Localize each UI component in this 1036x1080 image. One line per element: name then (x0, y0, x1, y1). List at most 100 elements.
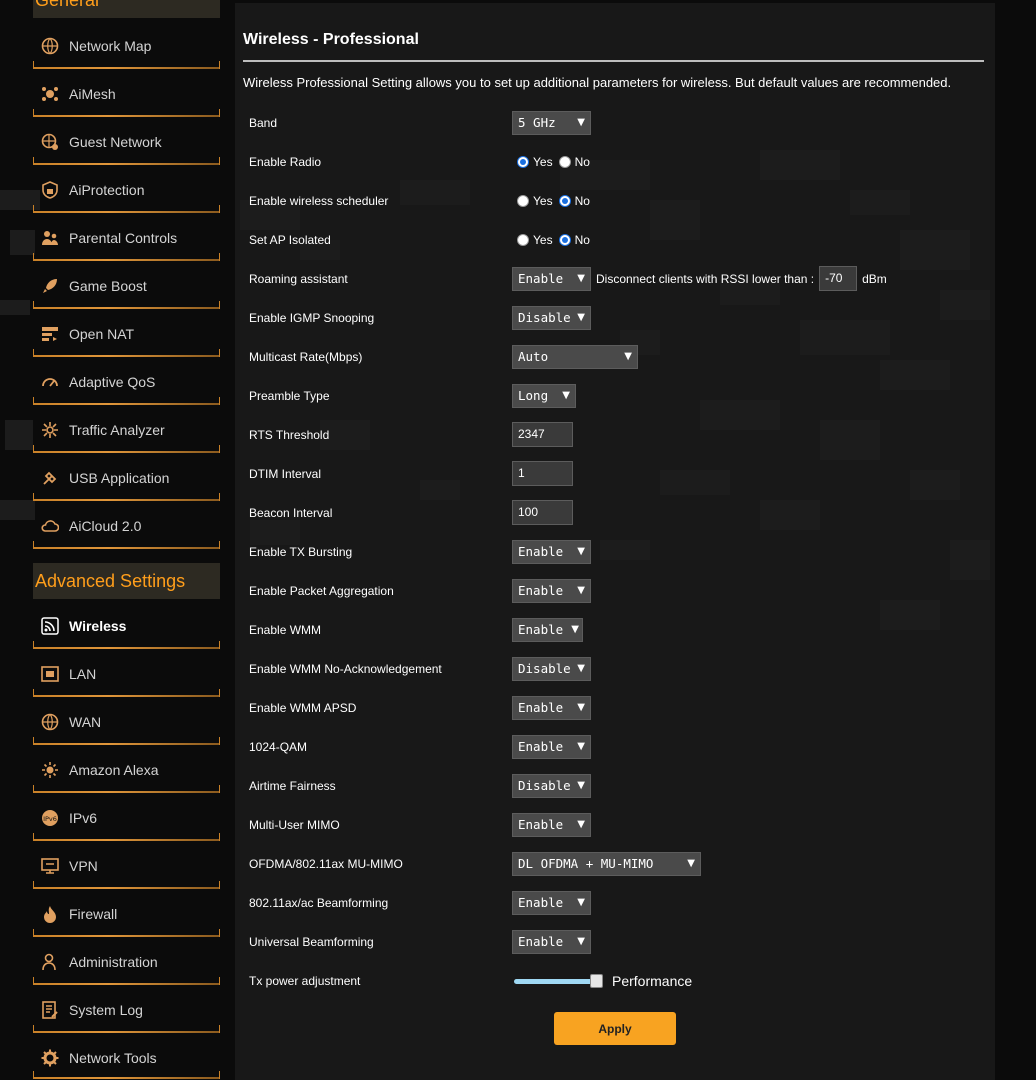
chevron-down-icon: ▼ (577, 585, 585, 596)
enable-radio-label: Enable Radio (249, 154, 322, 169)
svg-text:IPv6: IPv6 (43, 815, 57, 823)
enable-radio-no[interactable]: No (558, 155, 590, 169)
chevron-down-icon: ▼ (562, 390, 570, 401)
nav-divider (33, 157, 220, 165)
radio-selected-icon (558, 233, 571, 246)
nav-divider (33, 977, 220, 985)
roaming-assistant-select[interactable]: Enable ▼ (512, 266, 591, 291)
sidebar-item-vpn[interactable]: VPN (33, 843, 220, 889)
wireless-scheduler-yes[interactable]: Yes (517, 194, 553, 208)
wmm-apsd-select[interactable]: Enable ▼ (512, 695, 591, 720)
beamforming-select[interactable]: Enable ▼ (512, 890, 591, 915)
sidebar-item-traffic-analyzer[interactable]: Traffic Analyzer (33, 407, 220, 453)
ap-isolated-no[interactable]: No (558, 233, 590, 247)
rocket-icon (40, 276, 60, 296)
nav-divider (33, 493, 220, 501)
ipv6-icon: IPv6 (40, 808, 60, 828)
sidebar-item-aiprotection[interactable]: AiProtection (33, 167, 220, 213)
wireless-scheduler-label: Enable wireless scheduler (249, 193, 389, 208)
sidebar-item-aicloud[interactable]: AiCloud 2.0 (33, 503, 220, 549)
rssi-description: Disconnect clients with RSSI lower than … (596, 271, 815, 286)
sidebar-item-label: AiCloud 2.0 (69, 518, 142, 534)
band-select[interactable]: 5 GHz ▼ (512, 110, 591, 135)
sidebar-item-adaptive-qos[interactable]: Adaptive QoS (33, 359, 220, 405)
sidebar-item-parental-controls[interactable]: Parental Controls (33, 215, 220, 261)
tx-bursting-row: Enable TX Bursting Enable ▼ (249, 532, 989, 571)
igmp-snooping-select[interactable]: Disable ▼ (512, 305, 591, 330)
band-label: Band (249, 115, 278, 130)
multicast-rate-select[interactable]: Auto ▼ (512, 344, 638, 369)
airtime-fairness-select[interactable]: Disable ▼ (512, 773, 591, 798)
ofdma-row: OFDMA/802.11ax MU-MIMO DL OFDMA + MU-MIM… (249, 844, 989, 883)
apply-button[interactable]: Apply (554, 1012, 676, 1045)
sidebar-item-wireless[interactable]: Wireless (33, 603, 220, 649)
packet-aggregation-select[interactable]: Enable ▼ (512, 578, 591, 603)
wireless-scheduler-no[interactable]: No (558, 194, 590, 208)
nav-divider (33, 253, 220, 261)
sidebar-item-label: LAN (69, 666, 97, 682)
slider-thumb[interactable] (590, 973, 603, 988)
sidebar-item-firewall[interactable]: Firewall (33, 891, 220, 937)
dtim-interval-input[interactable]: 1 (512, 461, 573, 486)
wmm-apsd-row: Enable WMM APSD Enable ▼ (249, 688, 989, 727)
sidebar-item-lan[interactable]: LAN (33, 651, 220, 697)
sidebar-item-amazon-alexa[interactable]: Amazon Alexa (33, 747, 220, 793)
qam-select[interactable]: Enable ▼ (512, 734, 591, 759)
sidebar-item-guest-network[interactable]: Guest Network (33, 119, 220, 165)
sidebar-item-administration[interactable]: Administration (33, 939, 220, 985)
chevron-down-icon: ▼ (577, 663, 585, 674)
system-log-icon (40, 1000, 60, 1020)
mu-mimo-row: Multi-User MIMO Enable ▼ (249, 805, 989, 844)
sidebar-item-label: Parental Controls (69, 230, 178, 246)
sidebar-item-label: Network Map (69, 38, 152, 54)
alexa-icon (40, 760, 60, 780)
sidebar: General Network Map AiMesh Guest Network… (33, 0, 220, 1080)
roaming-assistant-row: Roaming assistant Enable ▼ Disconnect cli… (249, 259, 989, 298)
mu-mimo-select[interactable]: Enable ▼ (512, 812, 591, 837)
tx-bursting-select[interactable]: Enable ▼ (512, 539, 591, 564)
sidebar-item-system-log[interactable]: System Log (33, 987, 220, 1033)
chevron-down-icon: ▼ (577, 936, 585, 947)
sidebar-item-wan[interactable]: WAN (33, 699, 220, 745)
lan-icon (40, 664, 60, 684)
preamble-type-select[interactable]: Long ▼ (512, 383, 576, 408)
sidebar-item-network-tools[interactable]: Network Tools (33, 1035, 220, 1080)
sidebar-item-aimesh[interactable]: AiMesh (33, 71, 220, 117)
nav-divider (33, 205, 220, 213)
wmm-label: Enable WMM (249, 622, 322, 637)
page-title: Wireless - Professional (243, 31, 419, 48)
multicast-rate-row: Multicast Rate(Mbps) Auto ▼ (249, 337, 989, 376)
wmm-noack-select[interactable]: Disable ▼ (512, 656, 591, 681)
universal-beamforming-select[interactable]: Enable ▼ (512, 929, 591, 954)
wmm-select[interactable]: Enable ▼ (512, 617, 583, 642)
sidebar-item-label: IPv6 (69, 810, 98, 826)
beamforming-row: 802.11ax/ac Beamforming Enable ▼ (249, 883, 989, 922)
rssi-input[interactable]: -70 (819, 266, 858, 291)
chevron-down-icon: ▼ (577, 819, 585, 830)
ofdma-select[interactable]: DL OFDMA + MU-MIMO ▼ (512, 851, 701, 876)
rts-threshold-input[interactable]: 2347 (512, 422, 573, 447)
nav-divider (33, 881, 220, 889)
chevron-down-icon: ▼ (577, 741, 585, 752)
chevron-down-icon: ▼ (577, 780, 585, 791)
tx-bursting-label: Enable TX Bursting (249, 544, 353, 559)
sidebar-item-ipv6[interactable]: IPv6 IPv6 (33, 795, 220, 841)
dtim-interval-row: DTIM Interval 1 (249, 454, 989, 493)
ap-isolated-yes[interactable]: Yes (517, 233, 553, 247)
igmp-snooping-label: Enable IGMP Snooping (249, 310, 375, 325)
nav-divider (33, 737, 220, 745)
sidebar-item-game-boost[interactable]: Game Boost (33, 263, 220, 309)
radio-unselected-icon (517, 194, 529, 207)
mu-mimo-label: Multi-User MIMO (249, 817, 340, 832)
enable-radio-yes[interactable]: Yes (517, 155, 553, 169)
universal-beamforming-row: Universal Beamforming Enable ▼ (249, 922, 989, 961)
sidebar-item-network-map[interactable]: Network Map (33, 23, 220, 69)
sidebar-item-label: Game Boost (69, 278, 147, 294)
beamforming-label: 802.11ax/ac Beamforming (249, 895, 389, 910)
beacon-interval-row: Beacon Interval 100 (249, 493, 989, 532)
rts-threshold-label: RTS Threshold (249, 427, 330, 442)
sidebar-item-open-nat[interactable]: Open NAT (33, 311, 220, 357)
tx-power-slider[interactable] (514, 973, 604, 988)
sidebar-item-usb-application[interactable]: USB Application (33, 455, 220, 501)
beacon-interval-input[interactable]: 100 (512, 500, 573, 525)
